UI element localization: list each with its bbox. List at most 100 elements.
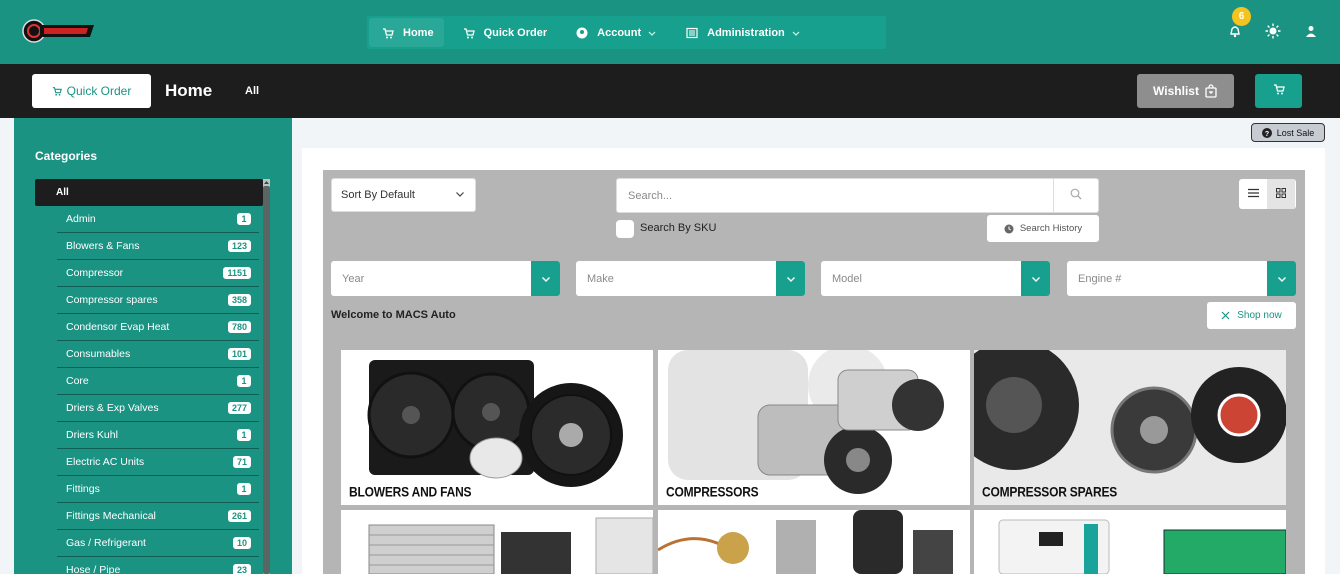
category-item[interactable]: Hose / Pipe 23 (57, 557, 259, 574)
search-button[interactable] (1053, 178, 1099, 213)
engine-select[interactable]: Engine # (1067, 261, 1296, 296)
model-select[interactable]: Model (821, 261, 1050, 296)
nav-administration[interactable]: Administration (673, 18, 811, 47)
category-item[interactable]: Condensor Evap Heat 780 (57, 314, 259, 341)
sort-select[interactable]: Sort By Default (331, 178, 476, 212)
category-item[interactable]: Gas / Refrigerant 10 (57, 530, 259, 557)
categories-sidebar: Categories All Admin 1 Blowers & Fans 123 Co… (14, 118, 292, 574)
chevron-down-icon (1021, 261, 1050, 296)
category-label: Electric AC Units (66, 456, 145, 468)
quick-order-label: Quick Order (66, 84, 132, 98)
top-icons: 6 (1206, 7, 1320, 40)
category-label: Hose / Pipe (66, 564, 121, 574)
page-title: Home (165, 81, 213, 100)
category-item[interactable]: Driers Kuhl 1 (57, 422, 259, 449)
category-item[interactable]: Fittings Mechanical 261 (57, 503, 259, 530)
lost-sale-button[interactable]: ? Lost Sale (1251, 123, 1325, 142)
category-label: Gas / Refrigerant (66, 537, 146, 549)
wishlist-label: Wishlist (1153, 84, 1199, 98)
view-toggle (1239, 179, 1296, 209)
quick-order-button[interactable]: Quick Order (32, 74, 151, 108)
search-history-label: Search History (1019, 223, 1083, 234)
wishlist-button[interactable]: Wishlist (1137, 74, 1234, 108)
bell-icon[interactable]: 6 (1226, 7, 1251, 40)
sun-icon[interactable] (1264, 22, 1282, 40)
main-nav: Home Quick Order Account Administration (367, 16, 886, 49)
make-select[interactable]: Make (576, 261, 805, 296)
category-item[interactable]: Fittings 1 (57, 476, 259, 503)
svg-text:?: ? (1265, 131, 1269, 138)
cart-icon (462, 26, 476, 40)
search-input[interactable] (616, 178, 1054, 213)
year-select[interactable]: Year (331, 261, 560, 296)
compressor-image (668, 350, 944, 494)
category-tile-driers[interactable] (658, 510, 970, 574)
chevron-down-icon (531, 261, 560, 296)
shop-now-label: Shop now (1237, 310, 1282, 321)
category-item[interactable]: Core 1 (57, 368, 259, 395)
nav-quick-order[interactable]: Quick Order (450, 18, 558, 47)
year-placeholder: Year (342, 272, 365, 285)
scrollbar-thumb[interactable] (263, 186, 270, 574)
category-tile-compressors[interactable]: COMPRESSORS (658, 350, 970, 505)
category-label: Compressor spares (66, 294, 158, 306)
category-item[interactable]: Admin 1 (57, 206, 259, 233)
question-icon: ? (1261, 127, 1272, 138)
category-count-badge: 71 (232, 456, 251, 468)
category-all[interactable]: All (35, 179, 263, 206)
category-count-badge: 1 (237, 213, 251, 225)
search-history-button[interactable]: Search History (987, 215, 1099, 242)
nav-account[interactable]: Account (563, 18, 667, 47)
breadcrumb[interactable]: All (245, 85, 259, 97)
category-count-badge: 1151 (223, 267, 251, 279)
list-icon (685, 26, 699, 40)
cart-icon (1273, 82, 1285, 100)
sort-value: Sort By Default (341, 189, 415, 201)
categories-title: Categories (35, 149, 98, 163)
brand-logo[interactable] (22, 18, 96, 44)
shop-now-button[interactable]: Shop now (1207, 302, 1296, 329)
model-placeholder: Model (832, 272, 862, 285)
category-label: Compressor (66, 267, 124, 279)
category-count-badge: 23 (232, 564, 251, 574)
category-count-badge: 1 (237, 375, 251, 387)
grid-view-button[interactable] (1267, 179, 1295, 209)
chevron-down-icon (791, 28, 801, 38)
list-icon (1247, 185, 1259, 203)
category-tile-electric-ac[interactable] (974, 510, 1286, 574)
tile-label: BLOWERS AND FANS (349, 483, 472, 501)
category-tile-condensor[interactable] (341, 510, 653, 574)
category-count-badge: 261 (227, 510, 251, 522)
category-item[interactable]: Blowers & Fans 123 (57, 233, 259, 260)
notification-badge: 6 (1232, 7, 1251, 26)
search-icon (1070, 187, 1082, 205)
fan-image (367, 360, 623, 487)
category-item[interactable]: Compressor 1151 (57, 260, 259, 287)
condensor-image (368, 517, 653, 574)
search-by-sku-checkbox[interactable] (616, 220, 634, 238)
nav-home-label: Home (403, 26, 434, 39)
user-icon[interactable] (1302, 22, 1320, 40)
welcome-text: Welcome to MACS Auto (331, 309, 456, 321)
list-view-button[interactable] (1239, 179, 1267, 209)
nav-administration-label: Administration (707, 26, 785, 39)
category-item[interactable]: Compressor spares 358 (57, 287, 259, 314)
lost-sale-label: Lost Sale (1276, 127, 1315, 138)
category-count-badge: 358 (227, 294, 251, 306)
engine-placeholder: Engine # (1078, 272, 1122, 285)
category-tile-compressor-spares[interactable]: COMPRESSOR SPARES (974, 350, 1286, 505)
category-label: Condensor Evap Heat (66, 321, 170, 333)
category-count-badge: 10 (232, 537, 251, 549)
scroll-up-icon[interactable] (263, 179, 270, 186)
top-navbar: Home Quick Order Account Administration (0, 0, 1340, 64)
category-item[interactable]: Electric AC Units 71 (57, 449, 259, 476)
category-item[interactable]: Consumables 101 (57, 341, 259, 368)
cart-button[interactable] (1255, 74, 1302, 108)
make-placeholder: Make (587, 272, 614, 285)
category-tile-blowers-fans[interactable]: BLOWERS AND FANS (341, 350, 653, 505)
category-label: Driers & Exp Valves (66, 402, 159, 414)
category-count-badge: 1 (237, 483, 251, 495)
category-item[interactable]: Driers & Exp Valves 277 (57, 395, 259, 422)
nav-home[interactable]: Home (369, 18, 444, 47)
cart-icon (381, 26, 395, 40)
